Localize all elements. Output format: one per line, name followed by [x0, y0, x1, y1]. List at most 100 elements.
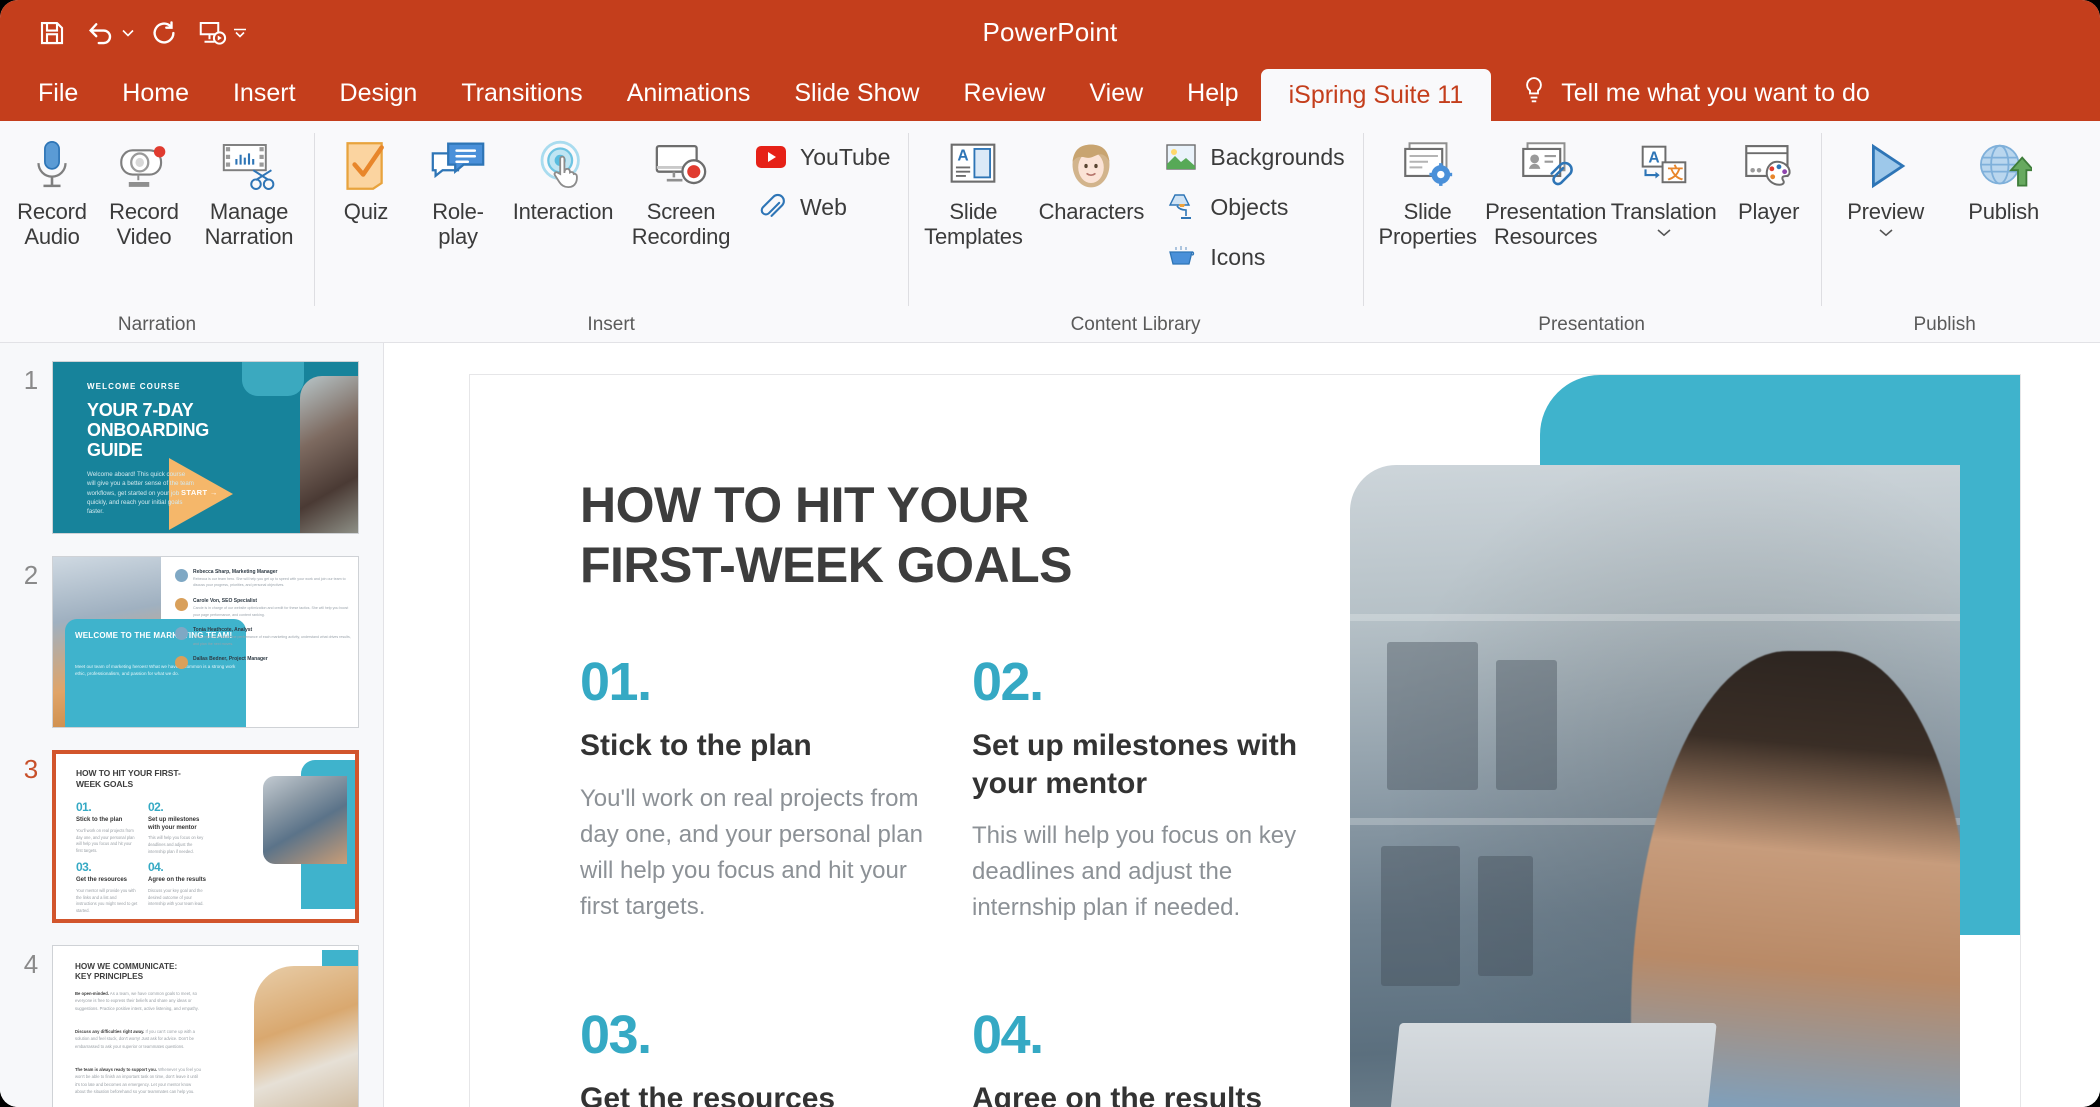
- tab-insert[interactable]: Insert: [211, 65, 318, 121]
- youtube-label: YouTube: [800, 143, 891, 170]
- slide-number: 4: [23, 949, 39, 980]
- slide-thumbnail-pane[interactable]: 1 WELCOME COURSE YOUR 7-DAY ONBOARDING G…: [0, 343, 384, 1107]
- slide-templates-button[interactable]: A Slide Templates: [914, 129, 1032, 249]
- translation-label: Translation: [1610, 199, 1717, 224]
- icons-icon: [1164, 240, 1198, 274]
- svg-text:A: A: [1648, 149, 1659, 166]
- objects-button[interactable]: Objects: [1160, 187, 1352, 227]
- item-number: 02.: [972, 652, 1044, 712]
- slide-thumbnail-4[interactable]: 4 HOW WE COMMUNICATE: KEY PRINCIPLES Be …: [0, 945, 383, 1107]
- item-title: Agree on the results: [972, 1082, 1263, 1107]
- content-library-small-buttons: Backgrounds Objects Icons: [1150, 129, 1356, 277]
- tab-ispring-suite-11[interactable]: iSpring Suite 11: [1260, 69, 1492, 121]
- ribbon-group-content-library: A Slide Templates Characters Backgrounds…: [908, 121, 1362, 342]
- web-label: Web: [800, 193, 847, 220]
- tab-view[interactable]: View: [1067, 65, 1165, 121]
- lightbulb-icon: [1521, 75, 1547, 112]
- desk-lamp-icon: [1164, 190, 1198, 224]
- manage-narration-button[interactable]: Manage Narration: [190, 129, 308, 249]
- slide-item-01[interactable]: 01. Stick to the plan You'll work on rea…: [580, 655, 928, 926]
- player-label: Player: [1738, 199, 1800, 224]
- slide-item-03[interactable]: 03. Get the resources Your mentor will p…: [580, 1008, 928, 1107]
- paperclip-icon: [754, 190, 788, 224]
- tab-animations[interactable]: Animations: [605, 65, 773, 121]
- ribbon-group-label-content-library: Content Library: [1070, 314, 1201, 335]
- tell-me-search[interactable]: Tell me what you want to do: [1491, 65, 1890, 121]
- thumb3-item-title: Agree on the results: [148, 877, 207, 884]
- slide-templates-icon: A: [947, 135, 999, 193]
- character-face-icon: [1065, 135, 1117, 193]
- redo-icon[interactable]: [142, 11, 186, 55]
- ribbon: Record Audio Record Video Manage Narrati…: [0, 121, 2100, 343]
- player-button[interactable]: Player: [1723, 129, 1815, 225]
- item-title: Get the resources: [580, 1082, 836, 1107]
- slide-thumbnail-image[interactable]: WELCOME COURSE YOUR 7-DAY ONBOARDING GUI…: [52, 361, 359, 534]
- thumb3-num: 01.: [76, 800, 92, 815]
- translation-button[interactable]: A 文 Translation: [1605, 129, 1723, 241]
- tab-file[interactable]: File: [16, 65, 100, 121]
- tab-transitions[interactable]: Transitions: [439, 65, 604, 121]
- tab-help[interactable]: Help: [1165, 65, 1260, 121]
- youtube-button[interactable]: YouTube: [750, 137, 898, 177]
- slide-thumbnail-1[interactable]: 1 WELCOME COURSE YOUR 7-DAY ONBOARDING G…: [0, 361, 383, 556]
- quiz-button[interactable]: Quiz: [320, 129, 412, 225]
- person-name: Carole Von, SEO Specialist: [193, 597, 258, 604]
- manage-narration-label: Manage Narration: [204, 199, 294, 249]
- current-slide[interactable]: HOW TO HIT YOUR FIRST-WEEK GOALS 01. Sti…: [470, 375, 2020, 1107]
- item-desc: You'll work on real projects from day on…: [580, 784, 923, 920]
- slide-thumbnail-2[interactable]: 2 WELCOME TO THE MARKETING TEAM! Meet ou…: [0, 555, 383, 751]
- customize-quick-access-toolbar-icon[interactable]: [230, 11, 250, 55]
- slide-thumbnail-image[interactable]: HOW WE COMMUNICATE: KEY PRINCIPLES Be op…: [52, 945, 359, 1107]
- item-title: Stick to the plan: [580, 729, 812, 762]
- thumb4-lead: Be open-minded.: [75, 991, 109, 997]
- tab-slide-show[interactable]: Slide Show: [772, 65, 941, 121]
- translation-dropdown-caret-icon[interactable]: [1656, 225, 1672, 241]
- role-play-button[interactable]: Role-play: [412, 129, 504, 249]
- backgrounds-label: Backgrounds: [1210, 143, 1345, 170]
- record-audio-button[interactable]: Record Audio: [6, 129, 98, 249]
- slide-photo[interactable]: [1350, 465, 1960, 1107]
- thumb3-item-desc: Your mentor will provide you with the li…: [76, 887, 138, 914]
- presentation-resources-label: Presentation Resources: [1485, 199, 1607, 249]
- slide-canvas-pane[interactable]: HOW TO HIT YOUR FIRST-WEEK GOALS 01. Sti…: [384, 343, 2100, 1107]
- characters-button[interactable]: Characters: [1032, 129, 1150, 225]
- thumb3-item-title: Get the resources: [76, 877, 128, 884]
- icons-button[interactable]: Icons: [1160, 237, 1352, 277]
- slide-properties-button[interactable]: Slide Properties: [1369, 129, 1487, 249]
- undo-icon[interactable]: [78, 11, 122, 55]
- start-presentation-icon[interactable]: [190, 11, 234, 55]
- tap-hand-icon: [535, 135, 591, 193]
- interaction-button[interactable]: Interaction: [504, 129, 622, 225]
- resources-clip-icon: [1519, 135, 1573, 193]
- backgrounds-button[interactable]: Backgrounds: [1160, 137, 1352, 177]
- thumb3-num: 03.: [76, 860, 92, 875]
- slide-item-02[interactable]: 02. Set up milestones with your mentor T…: [972, 655, 1320, 926]
- save-icon[interactable]: [30, 11, 74, 55]
- youtube-icon: [754, 140, 788, 174]
- svg-text:文: 文: [1667, 164, 1683, 183]
- tab-review[interactable]: Review: [941, 65, 1067, 121]
- interaction-label: Interaction: [512, 199, 614, 224]
- web-button[interactable]: Web: [750, 187, 898, 227]
- slide-items-grid: 01. Stick to the plan You'll work on rea…: [580, 655, 1320, 1107]
- undo-dropdown-caret-icon[interactable]: [118, 11, 138, 55]
- characters-label: Characters: [1038, 199, 1145, 224]
- thumb1-title: YOUR 7-DAY ONBOARDING GUIDE: [87, 400, 209, 461]
- preview-button[interactable]: Preview: [1827, 129, 1945, 241]
- person-name: Rebecca Sharp, Marketing Manager: [193, 568, 278, 575]
- tab-design[interactable]: Design: [318, 65, 440, 121]
- slide-thumbnail-3[interactable]: 3 HOW TO HIT YOUR FIRST-WEEK GOALS 01. S…: [0, 750, 383, 945]
- screen-recording-button[interactable]: Screen Recording: [622, 129, 740, 249]
- slide-item-04[interactable]: 04. Agree on the results Discuss your ke…: [972, 1008, 1320, 1107]
- tab-home[interactable]: Home: [100, 65, 211, 121]
- preview-dropdown-caret-icon[interactable]: [1878, 225, 1894, 241]
- slide-properties-label: Slide Properties: [1378, 199, 1477, 249]
- slide-thumbnail-image[interactable]: WELCOME TO THE MARKETING TEAM! Meet our …: [52, 555, 359, 729]
- thumb2-person: Carole Von, SEO Specialist Carole is in c…: [175, 597, 352, 618]
- presentation-resources-button[interactable]: Presentation Resources: [1485, 129, 1607, 249]
- publish-button[interactable]: Publish: [1945, 129, 2063, 225]
- slide-title[interactable]: HOW TO HIT YOUR FIRST-WEEK GOALS: [580, 475, 1280, 595]
- record-video-button[interactable]: Record Video: [98, 129, 190, 249]
- slide-thumbnail-image[interactable]: HOW TO HIT YOUR FIRST-WEEK GOALS 01. Sti…: [52, 750, 359, 924]
- thumb1-kicker: WELCOME COURSE: [87, 382, 181, 391]
